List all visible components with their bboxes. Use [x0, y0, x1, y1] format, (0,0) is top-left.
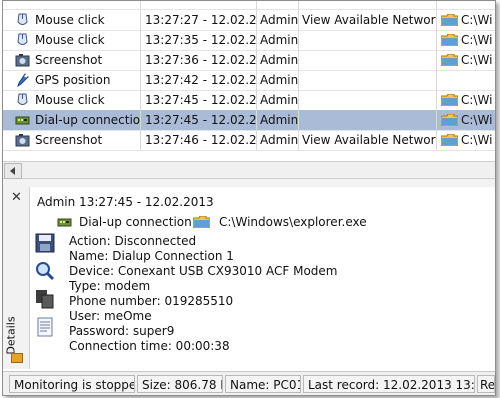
table-row[interactable]: Screenshot 13:27:46 - 12.02.2013 Admin V…	[3, 130, 495, 151]
folder-icon	[441, 54, 458, 66]
event-user: Admin	[257, 90, 299, 110]
event-type: Mouse click	[35, 13, 105, 27]
horizontal-scrollbar[interactable]	[3, 161, 495, 179]
event-app: C:\Wi	[461, 133, 493, 147]
mouse-icon	[17, 93, 28, 105]
event-time: 13:27:42 - 12.02.2013	[141, 70, 257, 90]
event-info	[299, 90, 437, 110]
event-time: 13:27:46 - 12.02.2013	[141, 130, 257, 150]
event-info: View Available Networks	[299, 130, 437, 150]
event-info	[299, 50, 437, 70]
details-header: Admin 13:27:45 - 12.02.2013	[37, 195, 214, 209]
event-user: Admin	[257, 50, 299, 70]
detail-line: Phone number: 019285510	[69, 294, 234, 308]
event-type: Mouse click	[35, 93, 105, 107]
event-user: Admin	[257, 70, 299, 90]
folder-icon	[441, 34, 458, 46]
details-app-path: C:\Windows\explorer.exe	[219, 215, 367, 229]
details-text: Action: Disconnected Name: Dialup Connec…	[69, 234, 495, 366]
event-user: Admin	[257, 110, 299, 130]
detail-line: Type: modem	[69, 279, 151, 293]
folder-icon	[441, 114, 458, 126]
details-panel: ✕ Details Admin 13:27:45 - 12.02.2013 Di…	[3, 187, 495, 369]
details-sidebar: ✕ Details	[3, 187, 55, 369]
status-bar: Monitoring is stopped Size: 806.78 MB Na…	[3, 371, 495, 395]
modem-icon	[15, 116, 30, 125]
table-row[interactable]: Screenshot 13:27:36 - 12.02.2013 Admin C…	[3, 50, 495, 71]
table-row[interactable]: GPS position 13:27:42 - 12.02.2013 Admin	[3, 70, 495, 91]
folder-icon	[441, 94, 458, 106]
event-info	[299, 30, 437, 50]
event-user: Admin	[257, 130, 299, 150]
status-extra: Re	[477, 375, 495, 393]
event-type: Dial-up connection	[35, 113, 141, 127]
event-app: C:\Wi	[461, 113, 493, 127]
status-name: Name: PC012	[225, 375, 301, 393]
event-time: 13:27:45 - 12.02.2013	[141, 90, 257, 110]
app-window: Mouse click 13:27:27 - 12.02.2013 Admin …	[2, 0, 496, 396]
event-type: GPS position	[35, 73, 111, 87]
pin-icon[interactable]	[11, 353, 23, 363]
folder-icon	[193, 216, 210, 228]
table-row[interactable]: Mouse click 13:27:35 - 12.02.2013 Admin …	[3, 30, 495, 51]
event-user: Admin	[257, 10, 299, 30]
event-type: Screenshot	[35, 53, 103, 67]
table-row-selected[interactable]: Dial-up connection 13:27:45 - 12.02.2013…	[3, 110, 495, 131]
camera-icon	[15, 54, 30, 67]
event-info	[299, 110, 437, 130]
status-size: Size: 806.78 MB	[137, 375, 223, 393]
event-app: C:\Wi	[461, 33, 493, 47]
detail-line: Connection time: 00:00:38	[69, 339, 230, 353]
event-app: C:\Wi	[461, 13, 493, 27]
mouse-icon	[17, 13, 28, 25]
details-tab[interactable]: Details	[5, 307, 26, 365]
status-monitoring: Monitoring is stopped	[9, 375, 135, 393]
details-event-line: Dial-up connection C:\Windows\explorer.e…	[53, 213, 493, 231]
event-app	[437, 70, 495, 90]
table-row[interactable]	[3, 1, 495, 10]
event-type: Screenshot	[35, 133, 103, 147]
folder-icon	[441, 14, 458, 26]
event-info	[299, 70, 437, 90]
detail-line: Name: Dialup Connection 1	[69, 249, 234, 263]
event-type: Mouse click	[35, 33, 105, 47]
gps-pin-icon	[17, 73, 29, 87]
mouse-icon	[17, 33, 28, 45]
event-time: 13:27:35 - 12.02.2013	[141, 30, 257, 50]
details-event-type: Dial-up connection	[79, 215, 192, 229]
detail-line: Device: Conexant USB CX93010 ACF Modem	[69, 264, 338, 278]
table-row[interactable]: Mouse click 13:27:27 - 12.02.2013 Admin …	[3, 10, 495, 31]
close-icon[interactable]: ✕	[11, 190, 22, 205]
event-time: 13:27:36 - 12.02.2013	[141, 50, 257, 70]
event-table: Mouse click 13:27:27 - 12.02.2013 Admin …	[3, 1, 495, 161]
detail-line: Action: Disconnected	[69, 234, 197, 248]
folder-icon	[441, 134, 458, 146]
document-icon[interactable]	[35, 317, 57, 341]
event-app: C:\Wi	[461, 93, 493, 107]
detail-line: User: meOme	[69, 309, 152, 323]
status-last-record: Last record: 12.02.2013 13:28:01	[303, 375, 475, 393]
event-time: 13:27:27 - 12.02.2013	[141, 10, 257, 30]
event-info: View Available Networks	[299, 10, 437, 30]
scroll-left-arrow-icon[interactable]	[4, 163, 22, 179]
camera-icon	[15, 134, 30, 147]
copy-icon[interactable]	[35, 289, 57, 313]
find-icon[interactable]	[35, 261, 57, 285]
table-row[interactable]: Mouse click 13:27:45 - 12.02.2013 Admin …	[3, 90, 495, 111]
modem-icon	[57, 218, 72, 227]
event-user: Admin	[257, 30, 299, 50]
event-app: C:\Wi	[461, 53, 493, 67]
save-icon[interactable]	[35, 233, 57, 257]
event-time: 13:27:45 - 12.02.2013	[141, 110, 257, 130]
splitter[interactable]	[3, 179, 495, 187]
detail-line: Password: super9	[69, 324, 175, 338]
